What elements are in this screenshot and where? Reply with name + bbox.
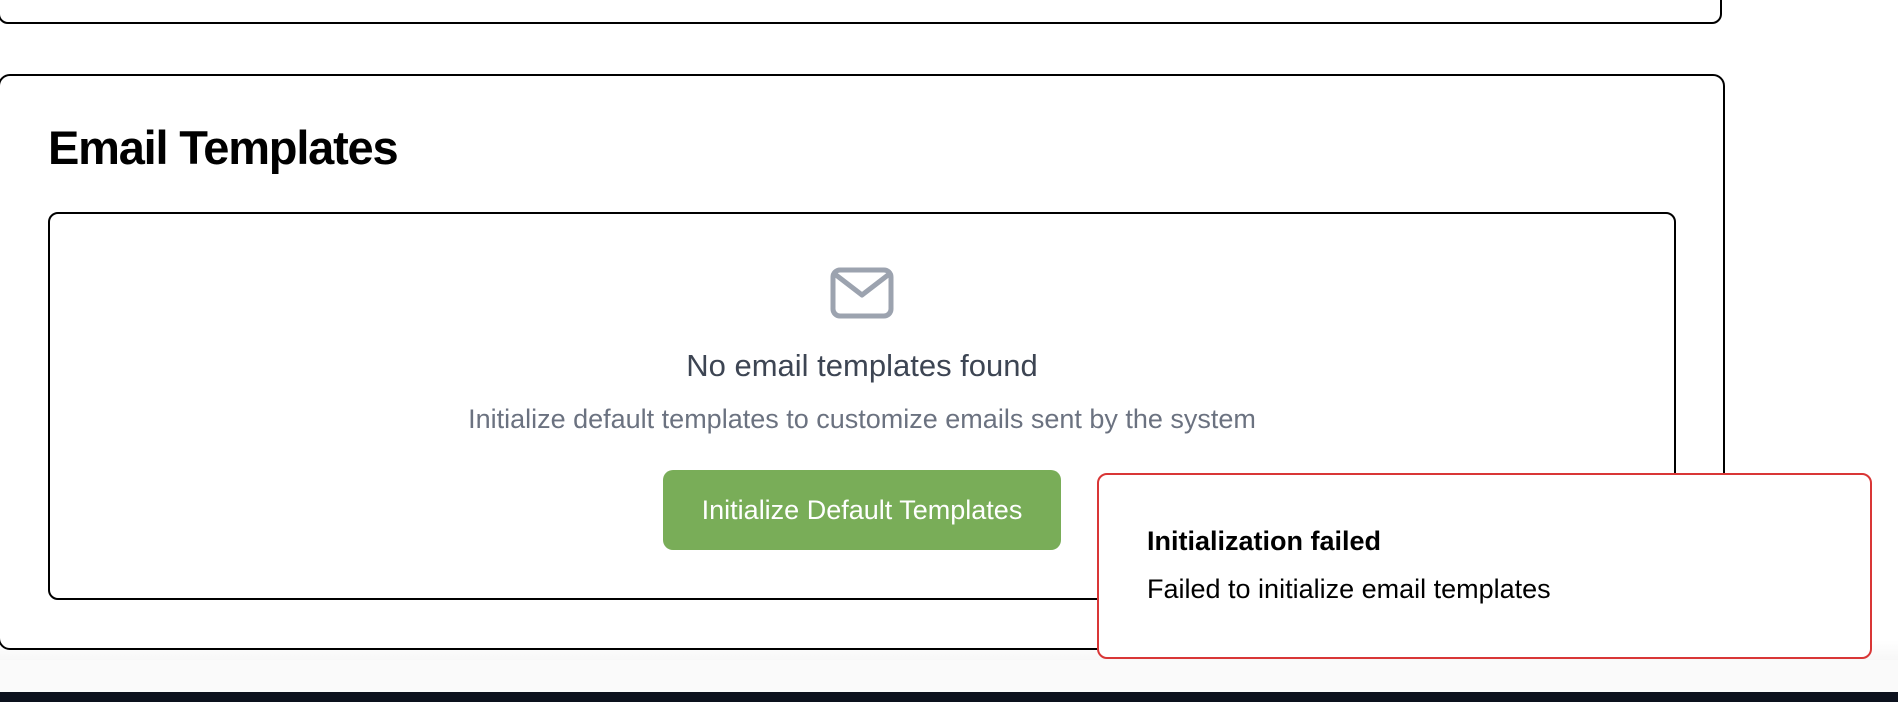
empty-state-description: Initialize default templates to customiz… xyxy=(468,404,1256,434)
toast-title: Initialization failed xyxy=(1147,526,1382,556)
previous-section-card xyxy=(0,0,1722,24)
footer-bar xyxy=(0,692,1898,702)
section-title: Email Templates xyxy=(48,121,399,174)
toast-message: Failed to initialize email templates xyxy=(1147,574,1551,604)
empty-state-title: No email templates found xyxy=(686,348,1038,383)
error-toast: Initialization failed Failed to initiali… xyxy=(1097,473,1872,659)
initialize-default-templates-button[interactable]: Initialize Default Templates xyxy=(663,470,1061,550)
mail-icon xyxy=(830,267,894,319)
